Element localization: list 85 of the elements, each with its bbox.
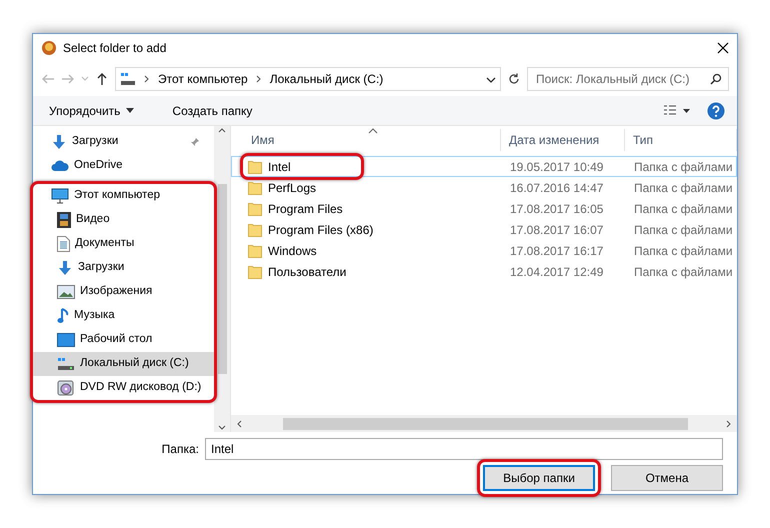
date-cell-text: 19.05.2017 10:49 bbox=[509, 158, 604, 176]
folder-label: Папка: bbox=[162, 441, 199, 458]
address-bar[interactable]: Этот компьютер Локальный диск (C:) bbox=[115, 67, 501, 91]
chevron-down-icon[interactable] bbox=[486, 76, 496, 84]
caret-icon bbox=[126, 108, 134, 113]
document-icon bbox=[57, 236, 70, 252]
sidebar-item[interactable]: Видео bbox=[33, 208, 214, 232]
folder-icon bbox=[248, 202, 262, 216]
folder-icon bbox=[248, 244, 262, 258]
file-row[interactable]: Intel 19.05.2017 10:49 Папка с файлами bbox=[231, 156, 737, 177]
chevron-right-icon bbox=[256, 75, 262, 83]
sidebar-item[interactable]: Загрузки bbox=[33, 256, 214, 280]
sidebar-item[interactable]: Этот компьютер bbox=[33, 184, 214, 208]
sidebar-item[interactable]: Музыка bbox=[33, 304, 214, 328]
sidebar-item[interactable]: OneDrive bbox=[33, 154, 214, 178]
scrollbar-thumb[interactable] bbox=[282, 418, 688, 430]
folder-icon bbox=[248, 222, 262, 236]
close-icon[interactable] bbox=[717, 42, 729, 54]
file-row[interactable]: Windows 17.08.2017 16:17 Папка с файлами bbox=[231, 240, 737, 261]
drive-icon bbox=[57, 357, 75, 371]
date-cell-text: 12.04.2017 12:49 bbox=[509, 264, 604, 280]
desktop-icon bbox=[57, 333, 75, 347]
type-cell-text: Папка с файлами bbox=[633, 242, 734, 260]
scroll-right-icon[interactable] bbox=[725, 420, 733, 428]
breadcrumb-item-link[interactable]: Этот компьютер bbox=[158, 70, 248, 88]
file-name: Пользователи bbox=[268, 264, 346, 280]
disc-drive-icon bbox=[57, 380, 75, 396]
file-row[interactable]: Пользователи 12.04.2017 12:49 Папка с файлами bbox=[231, 261, 737, 282]
search-field[interactable]: Поиск: Локальный диск (C:) bbox=[527, 67, 729, 91]
sidebar-item[interactable]: Загрузки bbox=[33, 130, 214, 154]
file-row[interactable]: Program Files 17.08.2017 16:05 Папка с файлами bbox=[231, 198, 737, 219]
date-cell-text: 17.08.2017 16:17 bbox=[509, 242, 604, 260]
window-title: Select folder to add bbox=[63, 40, 168, 57]
refresh-icon[interactable] bbox=[507, 72, 521, 86]
folder-icon bbox=[248, 180, 262, 194]
breadcrumb-item-link[interactable]: Локальный диск (C:) bbox=[270, 70, 384, 88]
select-folder-button[interactable]: Выбор папки bbox=[483, 465, 595, 491]
film-strip-icon bbox=[57, 212, 71, 228]
cloud-icon bbox=[51, 160, 69, 172]
help-icon[interactable] bbox=[707, 102, 725, 120]
file-name: Intel bbox=[268, 158, 291, 176]
column-header[interactable]: Дата изменения bbox=[501, 129, 625, 151]
date-cell-text: 16.07.2016 14:47 bbox=[509, 180, 604, 196]
type-cell-text: Папка с файлами bbox=[633, 158, 734, 176]
chevron-right-icon bbox=[144, 75, 150, 83]
folder-input-field[interactable]: Intel bbox=[205, 438, 723, 460]
new-folder-button[interactable]: Создать папку bbox=[168, 100, 256, 122]
music-note-icon bbox=[57, 308, 69, 324]
view-options-icon[interactable] bbox=[663, 104, 691, 118]
download-arrow-icon bbox=[51, 134, 67, 150]
pin-icon[interactable] bbox=[190, 137, 200, 147]
file-name: Windows bbox=[268, 242, 317, 260]
scrollbar-thumb[interactable] bbox=[218, 184, 226, 374]
column-header[interactable]: Тип bbox=[625, 129, 737, 151]
type-cell-text: Папка с файлами bbox=[633, 264, 734, 280]
folder-icon bbox=[248, 264, 262, 278]
sidebar-item[interactable]: Рабочий стол bbox=[33, 328, 214, 352]
sidebar-item[interactable]: Изображения bbox=[33, 280, 214, 304]
scroll-up-icon[interactable] bbox=[218, 126, 226, 134]
search-icon bbox=[710, 73, 722, 85]
file-row[interactable]: PerfLogs 16.07.2016 14:47 Папка с файлами bbox=[231, 177, 737, 198]
file-name: PerfLogs bbox=[268, 180, 316, 196]
folder-icon bbox=[248, 160, 262, 174]
drive-icon bbox=[120, 72, 136, 86]
scroll-down-icon[interactable] bbox=[218, 424, 226, 432]
type-cell-text: Папка с файлами bbox=[633, 200, 734, 218]
file-name: Program Files (x86) bbox=[268, 222, 374, 238]
date-cell-text: 17.08.2017 16:07 bbox=[509, 222, 604, 238]
date-cell-text: 17.08.2017 16:05 bbox=[509, 200, 604, 218]
landscape-picture-icon bbox=[57, 285, 75, 299]
sidebar-item[interactable]: DVD RW дисковод (D:) bbox=[33, 376, 214, 400]
file-name: Program Files bbox=[268, 200, 343, 218]
download-arrow-icon bbox=[57, 260, 73, 276]
scroll-left-icon[interactable] bbox=[235, 420, 243, 428]
type-cell-text: Папка с файлами bbox=[633, 222, 734, 238]
type-cell-text: Папка с файлами bbox=[633, 180, 734, 196]
cancel-button[interactable]: Отмена bbox=[611, 465, 723, 491]
sidebar-item[interactable]: Локальный диск (C:) bbox=[33, 352, 214, 376]
column-header[interactable]: Имя bbox=[231, 129, 501, 151]
file-row[interactable]: Program Files (x86) 17.08.2017 16:07 Папка с файлами bbox=[231, 219, 737, 240]
monitor-icon bbox=[51, 188, 69, 204]
app-icon bbox=[41, 40, 57, 56]
sidebar-item[interactable]: Документы bbox=[33, 232, 214, 256]
organize-menu-button[interactable]: Упорядочить bbox=[45, 100, 138, 122]
up-arrow-icon[interactable] bbox=[95, 72, 109, 86]
